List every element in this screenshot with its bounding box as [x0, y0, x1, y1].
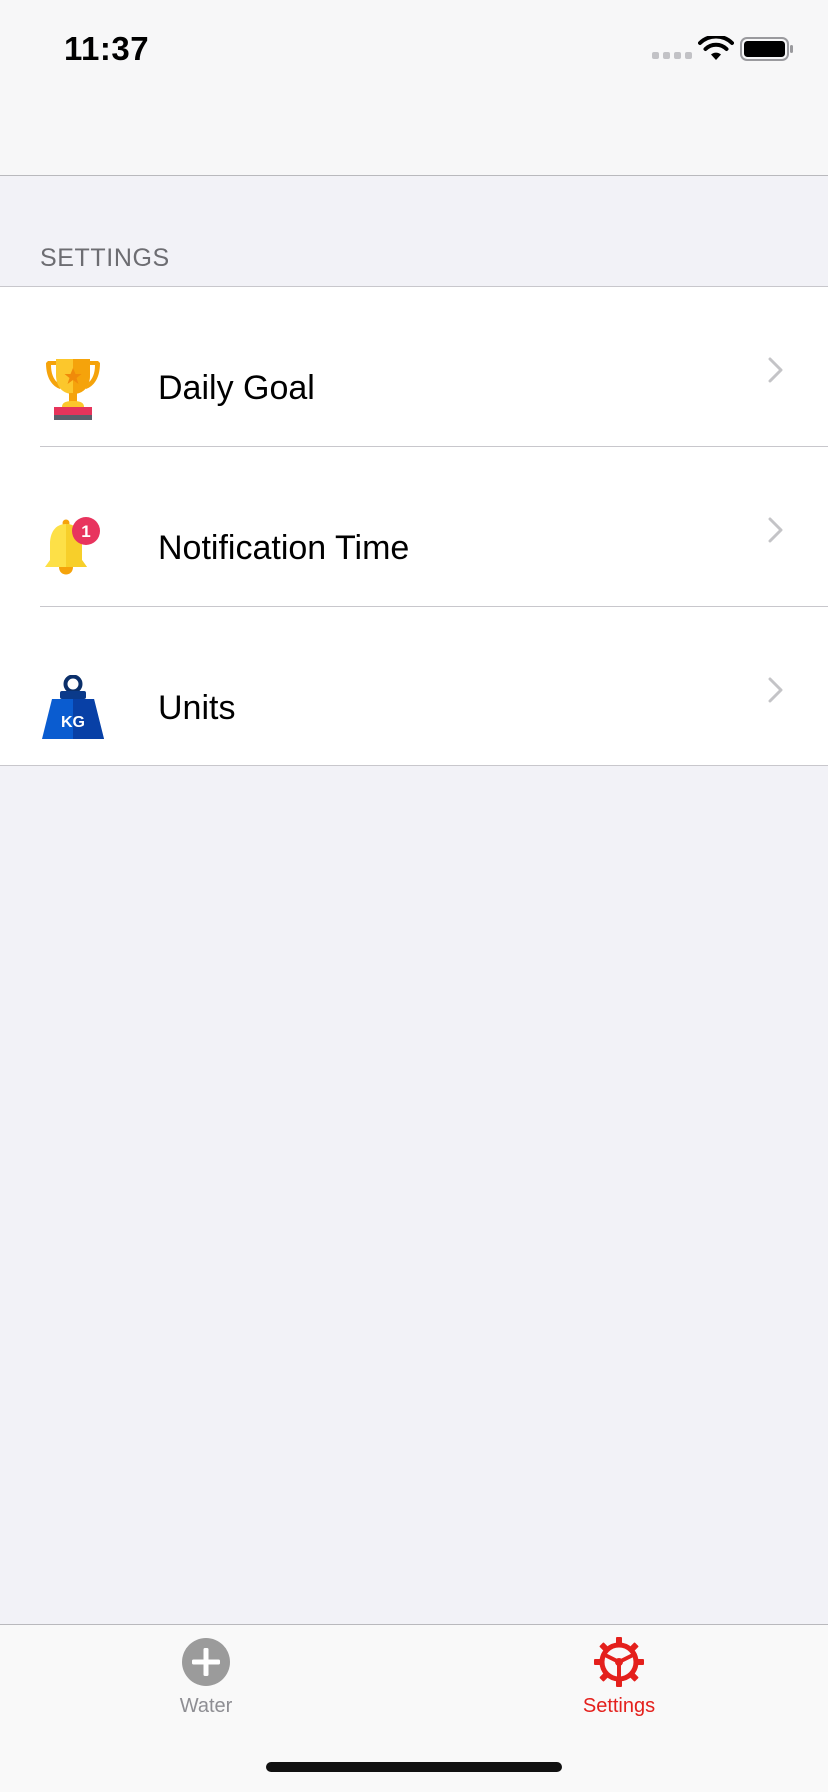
settings-row-label: Daily Goal [158, 369, 315, 407]
status-time: 11:37 [64, 30, 150, 67]
trophy-icon [46, 359, 100, 420]
notification-badge: 1 [81, 522, 90, 541]
cellular-signal-icon [652, 52, 692, 59]
tab-water[interactable]: Water [126, 1637, 286, 1737]
bell-icon: 1 [45, 517, 100, 575]
chevron-right-icon [768, 677, 783, 703]
gear-icon [594, 1637, 644, 1687]
section-header: SETTINGS [40, 244, 170, 272]
settings-list: Daily Goal 1 Notification Time KG Units [0, 286, 828, 766]
weight-icon: KG [42, 675, 104, 739]
chevron-right-icon [768, 517, 783, 543]
settings-row-units[interactable]: KG Units [0, 607, 828, 767]
navigation-bar: 11:37 [0, 0, 828, 176]
wifi-icon [698, 36, 734, 60]
settings-row-notification-time[interactable]: 1 Notification Time [0, 447, 828, 607]
chevron-right-icon [768, 357, 783, 383]
tab-settings[interactable]: Settings [539, 1637, 699, 1737]
tab-label: Settings [582, 1695, 656, 1717]
tab-label: Water [179, 1695, 233, 1717]
settings-row-label: Units [158, 689, 236, 727]
weight-icon-text: KG [61, 714, 85, 731]
settings-row-label: Notification Time [158, 529, 410, 567]
battery-icon [740, 37, 793, 61]
plus-circle-icon [182, 1638, 230, 1686]
settings-row-daily-goal[interactable]: Daily Goal [0, 287, 828, 447]
home-indicator [266, 1762, 562, 1772]
